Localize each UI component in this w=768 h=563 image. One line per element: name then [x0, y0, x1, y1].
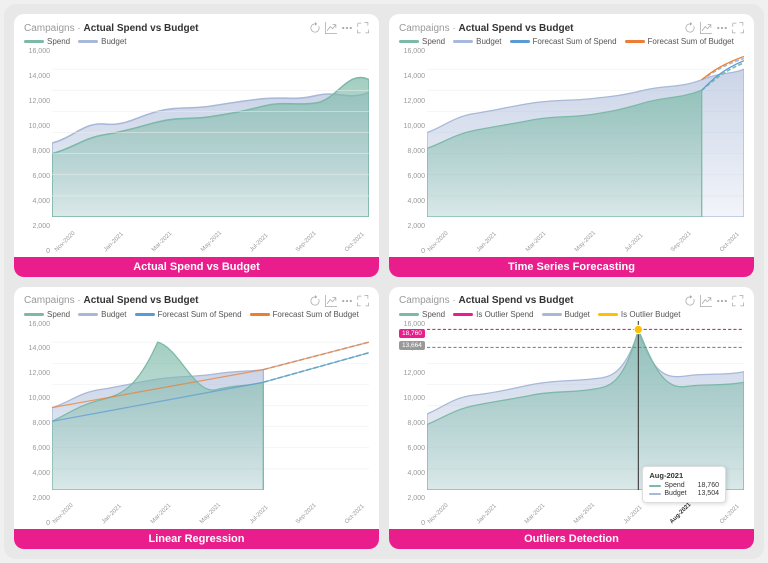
dashboard: Campaigns · Actual Spend vs Budget Spend… [4, 4, 764, 559]
y-axis-1: 16,000 14,000 12,000 10,000 8,000 6,000 … [24, 48, 52, 255]
more-icon[interactable] [341, 22, 353, 34]
card-icons-1 [309, 22, 369, 34]
card-actual-spend: Campaigns · Actual Spend vs Budget Spend… [14, 14, 379, 277]
refresh-icon[interactable] [684, 22, 696, 34]
legend-outlier-budget-4: Is Outlier Budget [598, 310, 681, 319]
card-outliers: Campaigns · Actual Spend vs Budget Spend… [389, 287, 754, 550]
x-axis-2: Nov-2020 Jan-2021 Mar-2021 May-2021 Jul-… [427, 249, 744, 255]
refresh-icon[interactable] [684, 295, 696, 307]
card-title-1: Campaigns · Actual Spend vs Budget [24, 23, 199, 34]
legend-3: Spend Budget Forecast Sum of Spend Forec… [24, 310, 369, 319]
chart-icon[interactable] [700, 295, 712, 307]
chart-svg-1 [52, 48, 369, 217]
outlier-tooltip: Aug-2021 Spend 18,760 Budget 13,504 [642, 466, 726, 503]
card-header-3: Campaigns · Actual Spend vs Budget [24, 295, 369, 307]
y-axis-4: 16,000 14,000 12,000 10,000 8,000 6,000 … [399, 321, 427, 528]
more-icon[interactable] [341, 295, 353, 307]
legend-forecast-spend-3: Forecast Sum of Spend [135, 310, 242, 319]
card-header-1: Campaigns · Actual Spend vs Budget [24, 22, 369, 34]
legend-2: Spend Budget Forecast Sum of Spend Forec… [399, 37, 744, 46]
chart-area-4: 18,760 13,664 16,000 14,000 12,000 10,00… [399, 321, 744, 544]
card-linear-regression: Campaigns · Actual Spend vs Budget Spend… [14, 287, 379, 550]
card-icons-2 [684, 22, 744, 34]
more-icon[interactable] [716, 22, 728, 34]
card-label-1: Actual Spend vs Budget [14, 257, 379, 277]
chart-area-2: 16,000 14,000 12,000 10,000 8,000 6,000 … [399, 48, 744, 271]
chart-svg-2 [427, 48, 744, 217]
card-label-3: Linear Regression [14, 529, 379, 549]
legend-1: Spend Budget [24, 37, 369, 46]
refresh-icon[interactable] [309, 295, 321, 307]
card-icons-3 [309, 295, 369, 307]
card-time-series: Campaigns · Actual Spend vs Budget Spend… [389, 14, 754, 277]
outlier-value-2: 13,664 [399, 341, 425, 350]
chart-icon[interactable] [325, 22, 337, 34]
chart-area-1: 16,000 14,000 12,000 10,000 8,000 6,000 … [24, 48, 369, 271]
legend-color [78, 40, 98, 43]
y-axis-2: 16,000 14,000 12,000 10,000 8,000 6,000 … [399, 48, 427, 255]
x-axis-4: Nov-2020 Jan-2021 Mar-2021 May-2021 Jul-… [427, 521, 744, 527]
legend-forecast-budget-2: Forecast Sum of Budget [625, 37, 734, 46]
legend-forecast-spend-2: Forecast Sum of Spend [510, 37, 617, 46]
card-title-2: Campaigns · Actual Spend vs Budget [399, 23, 574, 34]
legend-spend-2: Spend [399, 37, 445, 46]
expand-icon[interactable] [357, 22, 369, 34]
tooltip-row-budget: Budget 13,504 [649, 490, 719, 497]
legend-color [24, 40, 44, 43]
chart-svg-4 [427, 321, 744, 490]
legend-budget-1: Budget [78, 37, 126, 46]
legend-spend-3: Spend [24, 310, 70, 319]
legend-budget-4: Budget [542, 310, 590, 319]
legend-spend-4: Spend [399, 310, 445, 319]
tooltip-row-spend: Spend 18,760 [649, 482, 719, 489]
card-header-4: Campaigns · Actual Spend vs Budget [399, 295, 744, 307]
outlier-labels: 18,760 13,664 [399, 329, 425, 350]
more-icon[interactable] [716, 295, 728, 307]
legend-forecast-budget-3: Forecast Sum of Budget [250, 310, 359, 319]
expand-icon[interactable] [732, 22, 744, 34]
expand-icon[interactable] [357, 295, 369, 307]
expand-icon[interactable] [732, 295, 744, 307]
chart-icon[interactable] [700, 22, 712, 34]
refresh-icon[interactable] [309, 22, 321, 34]
legend-outlier-spend-4: Is Outlier Spend [453, 310, 533, 319]
card-label-2: Time Series Forecasting [389, 257, 754, 277]
legend-budget-2: Budget [453, 37, 501, 46]
y-axis-3: 16,000 14,000 12,000 10,000 8,000 6,000 … [24, 321, 52, 528]
tooltip-title: Aug-2021 [649, 471, 719, 480]
chart-svg-3 [52, 321, 369, 490]
legend-budget-3: Budget [78, 310, 126, 319]
x-axis-1: Nov-2020 Jan-2021 Mar-2021 May-2021 Jul-… [52, 249, 369, 255]
card-title-3: Campaigns · Actual Spend vs Budget [24, 295, 199, 306]
outlier-value-1: 18,760 [399, 329, 425, 338]
card-icons-4 [684, 295, 744, 307]
chart-icon[interactable] [325, 295, 337, 307]
legend-4: Spend Is Outlier Spend Budget Is Outlier… [399, 310, 744, 319]
card-label-4: Outliers Detection [389, 529, 754, 549]
x-axis-3: Nov-2020 Jan-2021 Mar-2021 May-2021 Jul-… [52, 521, 369, 527]
card-title-4: Campaigns · Actual Spend vs Budget [399, 295, 574, 306]
legend-spend-1: Spend [24, 37, 70, 46]
chart-area-3: 16,000 14,000 12,000 10,000 8,000 6,000 … [24, 321, 369, 544]
card-header-2: Campaigns · Actual Spend vs Budget [399, 22, 744, 34]
